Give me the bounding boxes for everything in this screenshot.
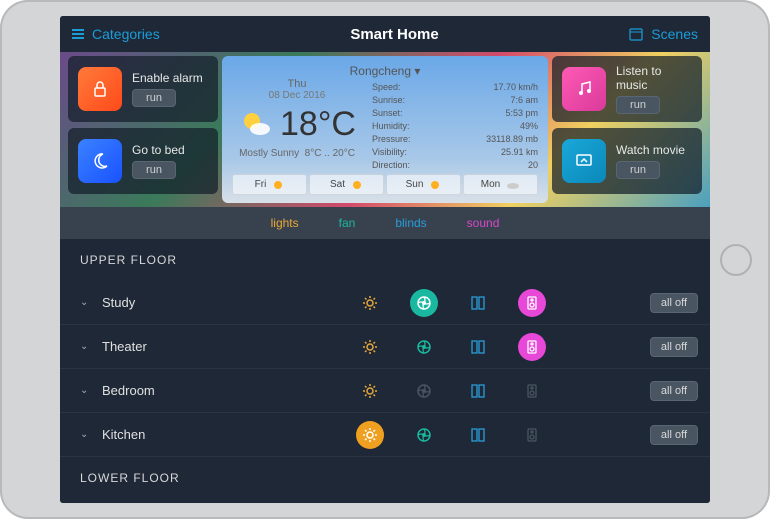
scene-listen-music[interactable]: Listen to music run — [552, 56, 702, 122]
forecast-day[interactable]: Fri — [232, 174, 307, 195]
blinds-icon[interactable] — [464, 377, 492, 405]
sound-icon[interactable] — [518, 377, 546, 405]
blinds-icon[interactable] — [464, 333, 492, 361]
cloud-icon — [506, 180, 520, 190]
section-upper-floor: UPPER FLOOR — [60, 239, 710, 281]
all-off-button[interactable]: all off — [650, 293, 698, 313]
room-theater: ⌄ Theater all off — [60, 325, 710, 369]
lock-icon — [78, 67, 122, 111]
page-title: Smart Home — [350, 26, 438, 43]
moon-icon — [78, 139, 122, 183]
scene-label: Listen to music — [616, 64, 692, 92]
weather-condition: Mostly Sunny 8°C .. 20°C — [239, 148, 355, 159]
device-legend: lights fan blinds sound — [60, 207, 710, 239]
room-name[interactable]: Kitchen — [102, 427, 252, 442]
run-button[interactable]: run — [132, 89, 176, 107]
sound-icon[interactable] — [518, 421, 546, 449]
weather-location[interactable]: Rongcheng ▾ — [232, 64, 538, 78]
all-off-button[interactable]: all off — [650, 381, 698, 401]
fan-icon[interactable] — [410, 289, 438, 317]
chevron-down-icon[interactable]: ⌄ — [80, 429, 92, 440]
weather-temp: 18°C — [280, 105, 356, 144]
blinds-icon[interactable] — [464, 421, 492, 449]
scene-label: Watch movie — [616, 143, 692, 157]
weather-forecast: Fri Sat Sun Mon — [232, 174, 538, 195]
calendar-icon — [629, 27, 643, 41]
room-name[interactable]: Bedroom — [102, 383, 252, 398]
all-off-button[interactable]: all off — [650, 337, 698, 357]
room-name[interactable]: Theater — [102, 339, 252, 354]
chevron-down-icon[interactable]: ⌄ — [80, 341, 92, 352]
lights-icon[interactable] — [356, 289, 384, 317]
categories-button[interactable]: Categories — [72, 26, 160, 42]
chevron-down-icon: ▾ — [414, 64, 420, 78]
sun-cloud-icon — [238, 107, 274, 143]
music-icon — [562, 67, 606, 111]
run-button[interactable]: run — [616, 96, 660, 114]
sun-icon — [351, 179, 363, 191]
run-button[interactable]: run — [132, 161, 176, 179]
scene-enable-alarm[interactable]: Enable alarm run — [68, 56, 218, 122]
room-study: ⌄ Study all off — [60, 281, 710, 325]
scenes-button[interactable]: Scenes — [629, 26, 698, 42]
app-screen: Categories Smart Home Scenes Enable alar… — [60, 16, 710, 503]
sound-icon[interactable] — [518, 289, 546, 317]
legend-fan[interactable]: fan — [339, 216, 356, 230]
sun-icon — [272, 179, 284, 191]
weather-details: Speed:17.70 km/h Sunrise:7:6 am Sunset:5… — [372, 78, 538, 174]
chevron-down-icon[interactable]: ⌄ — [80, 297, 92, 308]
categories-label: Categories — [92, 26, 160, 42]
chevron-down-icon[interactable]: ⌄ — [80, 385, 92, 396]
screen-icon — [562, 139, 606, 183]
header-bar: Categories Smart Home Scenes — [60, 16, 710, 52]
room-kitchen: ⌄ Kitchen all off — [60, 413, 710, 457]
scene-watch-movie[interactable]: Watch movie run — [552, 128, 702, 194]
device-home-button[interactable] — [720, 244, 752, 276]
all-off-button[interactable]: all off — [650, 425, 698, 445]
room-name[interactable]: Study — [102, 295, 252, 310]
forecast-day[interactable]: Sun — [386, 174, 461, 195]
fan-icon[interactable] — [410, 421, 438, 449]
scene-strip: Enable alarm run Go to bed run Rongcheng… — [60, 52, 710, 207]
tablet-frame: Categories Smart Home Scenes Enable alar… — [0, 0, 770, 519]
lights-icon[interactable] — [356, 333, 384, 361]
section-lower-floor: LOWER FLOOR — [60, 457, 710, 499]
forecast-day[interactable]: Sat — [309, 174, 384, 195]
room-bedroom: ⌄ Bedroom all off — [60, 369, 710, 413]
scene-go-to-bed[interactable]: Go to bed run — [68, 128, 218, 194]
scene-label: Go to bed — [132, 143, 208, 157]
scenes-label: Scenes — [651, 26, 698, 42]
legend-lights[interactable]: lights — [271, 216, 299, 230]
scene-col-right: Listen to music run Watch movie run — [552, 56, 702, 203]
forecast-day[interactable]: Mon — [463, 174, 538, 195]
weather-date: 08 Dec 2016 — [269, 90, 326, 101]
lights-icon[interactable] — [356, 421, 384, 449]
rooms-list: UPPER FLOOR ⌄ Study all off ⌄ Theater — [60, 239, 710, 503]
lights-icon[interactable] — [356, 377, 384, 405]
sound-icon[interactable] — [518, 333, 546, 361]
sun-icon — [429, 179, 441, 191]
menu-icon — [72, 29, 84, 39]
legend-sound[interactable]: sound — [467, 216, 500, 230]
weather-panel: Rongcheng ▾ Thu 08 Dec 2016 18°C Mostly … — [222, 56, 548, 203]
weather-day: Thu — [288, 78, 307, 90]
scene-label: Enable alarm — [132, 71, 208, 85]
fan-icon[interactable] — [410, 377, 438, 405]
fan-icon[interactable] — [410, 333, 438, 361]
legend-blinds[interactable]: blinds — [395, 216, 426, 230]
scene-col-left: Enable alarm run Go to bed run — [68, 56, 218, 203]
blinds-icon[interactable] — [464, 289, 492, 317]
run-button[interactable]: run — [616, 161, 660, 179]
